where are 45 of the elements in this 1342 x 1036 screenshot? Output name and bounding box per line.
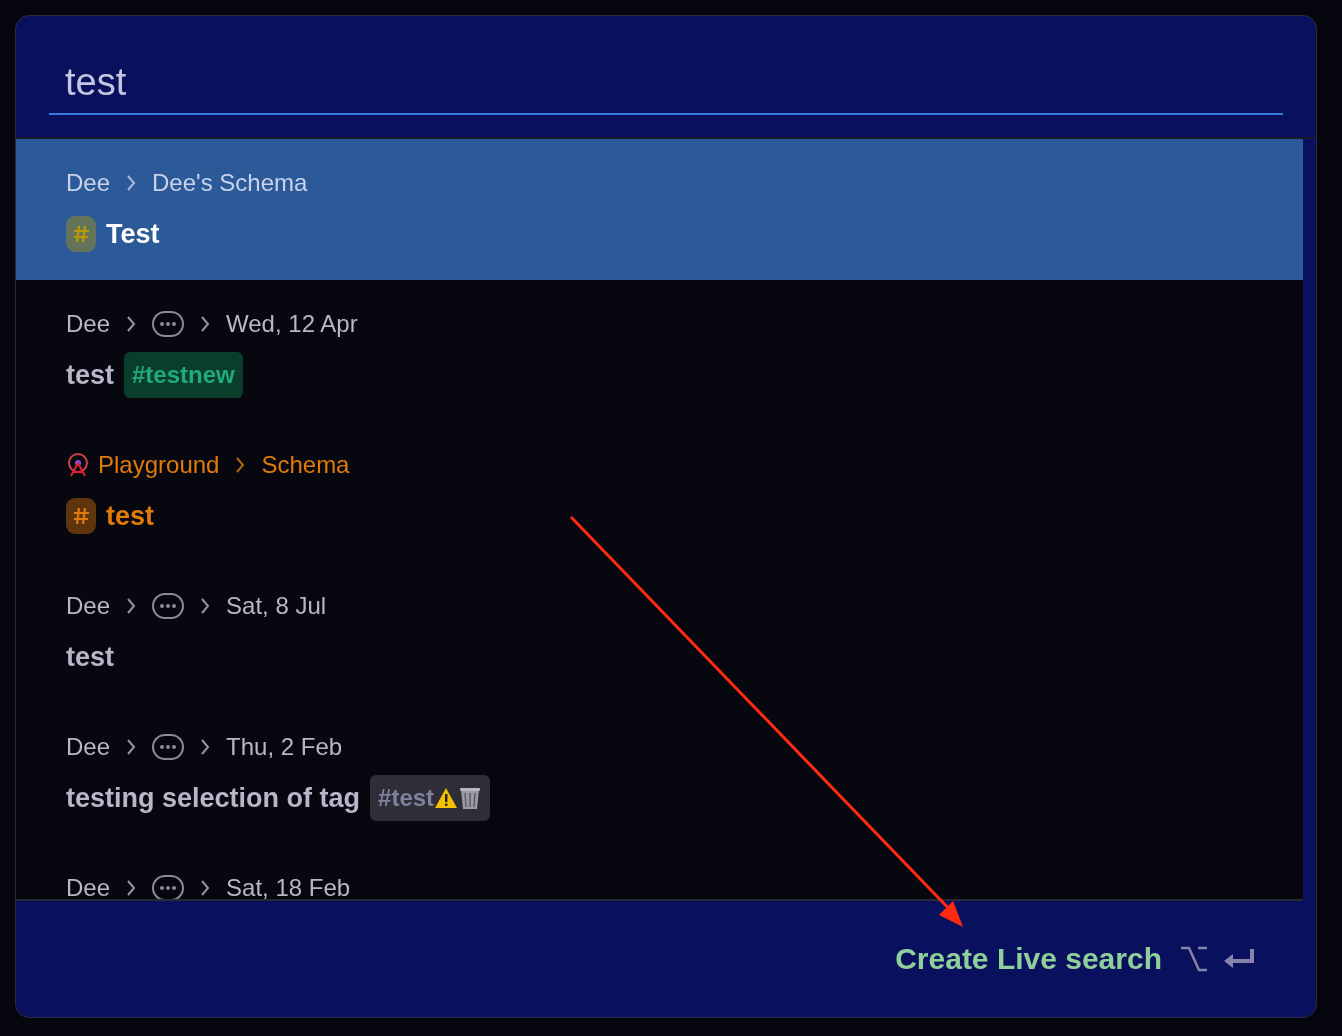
- search-field[interactable]: test: [49, 52, 1283, 115]
- result-title: test: [66, 359, 114, 391]
- breadcrumb-link[interactable]: Schema: [261, 451, 350, 479]
- ferris-wheel-icon: [66, 452, 90, 478]
- chevron-right-icon: [126, 879, 137, 897]
- ellipsis-icon: [152, 311, 185, 337]
- breadcrumb-link[interactable]: Dee: [66, 733, 111, 761]
- ellipsis-icon: [152, 875, 185, 899]
- result-item[interactable]: Dee Sat, 8 Jul test: [16, 562, 1303, 703]
- chevron-right-icon: [200, 597, 211, 615]
- chevron-right-icon: [200, 879, 211, 897]
- chevron-right-icon: [126, 315, 137, 333]
- breadcrumb-link[interactable]: Thu, 2 Feb: [226, 733, 343, 761]
- chevron-right-icon: [200, 315, 211, 333]
- breadcrumb-link[interactable]: Dee: [66, 592, 111, 620]
- breadcrumb-link[interactable]: Dee: [66, 874, 111, 899]
- ellipsis-icon: [152, 593, 185, 619]
- result-item[interactable]: Dee Dee's Schema Test: [16, 139, 1303, 280]
- option-key-icon: [1180, 945, 1208, 973]
- result-title: test: [106, 500, 154, 532]
- chevron-right-icon: [126, 174, 137, 192]
- result-title: testing selection of tag: [66, 782, 361, 814]
- trash-icon: [458, 786, 483, 810]
- ellipsis-icon: [152, 734, 185, 760]
- result-item[interactable]: Dee Thu, 2 Feb testing selection of tag #test: [16, 703, 1303, 844]
- result-item[interactable]: Playground Schema test: [16, 421, 1303, 562]
- breadcrumb-link[interactable]: Playground: [98, 451, 220, 479]
- result-item[interactable]: Dee Wed, 12 Apr test #testnew: [16, 280, 1303, 421]
- tag-chip[interactable]: #testnew: [124, 352, 243, 398]
- tag-chip[interactable]: #test: [370, 775, 491, 821]
- chevron-right-icon: [126, 738, 137, 756]
- warning-icon: [434, 787, 459, 809]
- chevron-right-icon: [235, 456, 246, 474]
- breadcrumb-link[interactable]: Wed, 12 Apr: [226, 310, 358, 338]
- result-title: Test: [106, 218, 160, 250]
- result-title: test: [66, 641, 114, 673]
- breadcrumb-link[interactable]: Sat, 8 Jul: [226, 592, 327, 620]
- chevron-right-icon: [200, 738, 211, 756]
- breadcrumb-link[interactable]: Dee's Schema: [152, 169, 308, 197]
- breadcrumb-link[interactable]: Dee: [66, 169, 111, 197]
- create-live-search-button[interactable]: Create Live search: [895, 942, 1162, 976]
- breadcrumb-link[interactable]: Dee: [66, 310, 111, 338]
- chevron-right-icon: [126, 597, 137, 615]
- result-item[interactable]: Dee Sat, 18 Feb: [16, 844, 1303, 899]
- breadcrumb-link[interactable]: Sat, 18 Feb: [226, 874, 351, 899]
